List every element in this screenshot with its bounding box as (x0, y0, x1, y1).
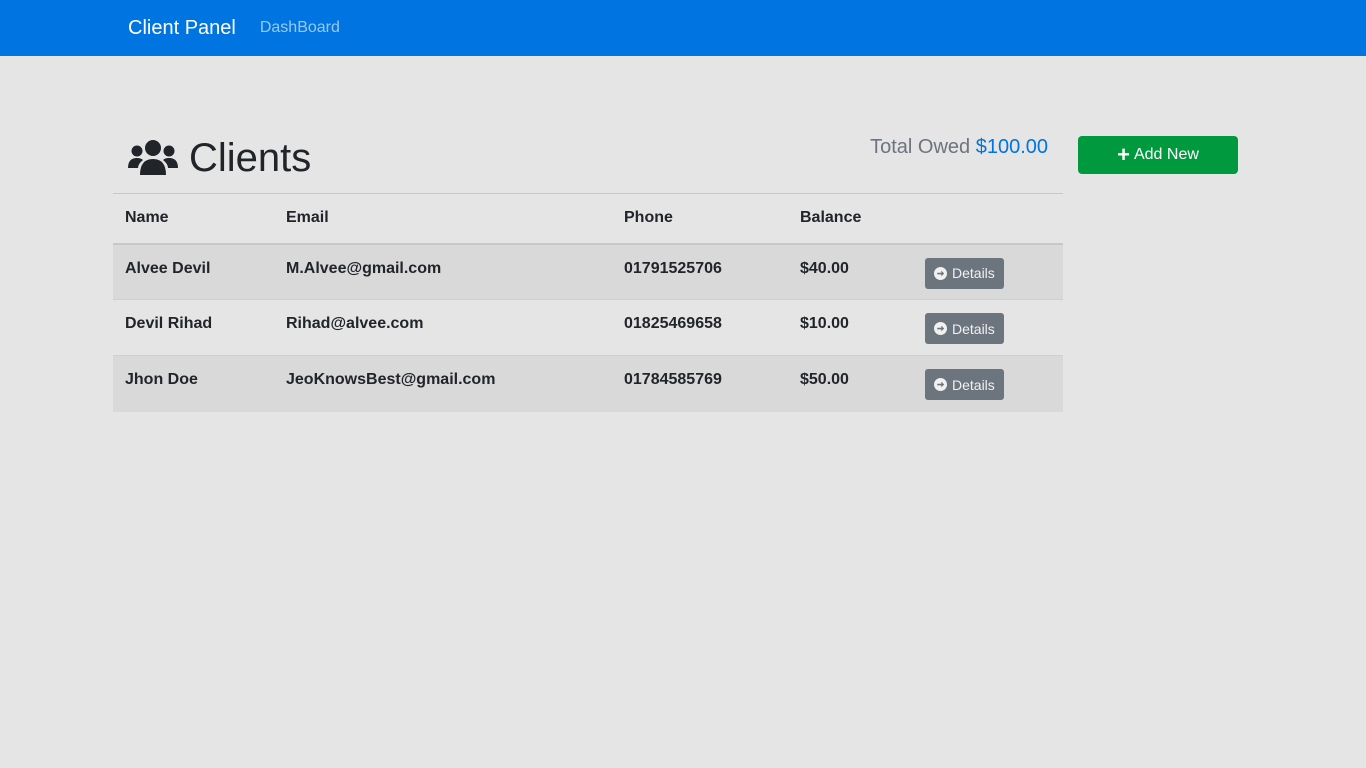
details-label: Details (952, 320, 995, 337)
details-label: Details (952, 376, 995, 393)
brand-link[interactable]: Client Panel (128, 17, 236, 40)
arrow-circle-right-icon (934, 322, 947, 335)
nav-link-dashboard[interactable]: DashBoard (260, 19, 340, 37)
client-balance: $50.00 (788, 355, 913, 412)
total-owed: Total Owed $100.00 (870, 136, 1048, 159)
table-row: Alvee Devil M.Alvee@gmail.com 0179152570… (113, 243, 1063, 300)
column-header-phone: Phone (612, 193, 788, 245)
details-button[interactable]: Details (925, 369, 1004, 400)
client-actions: Details (913, 243, 1063, 300)
column-header-name: Name (113, 193, 274, 245)
client-actions: Details (913, 299, 1063, 356)
main-content: Clients Total Owed $100.00 + Add New Nam… (0, 56, 1366, 768)
column-header-email: Email (274, 193, 612, 245)
clients-table: Name Email Phone Balance Alvee Devil M.A… (113, 193, 1063, 412)
client-phone: 01784585769 (612, 355, 788, 412)
arrow-circle-right-icon (934, 378, 947, 391)
column-header-balance: Balance (788, 193, 913, 245)
page-title: Clients (128, 134, 311, 182)
table-header-row: Name Email Phone Balance (113, 193, 1063, 245)
column-header-actions (913, 193, 1063, 245)
details-label: Details (952, 265, 995, 281)
client-email: JeoKnowsBest@gmail.com (274, 355, 612, 412)
total-owed-label: Total Owed (870, 136, 971, 158)
add-new-button[interactable]: + Add New (1078, 136, 1238, 174)
details-button[interactable]: Details (925, 313, 1004, 344)
arrow-circle-right-icon (934, 266, 947, 280)
client-phone: 01825469658 (612, 299, 788, 356)
users-icon (128, 140, 178, 175)
client-actions: Details (913, 355, 1063, 412)
client-name: Alvee Devil (113, 243, 274, 300)
top-navbar: Client Panel DashBoard (0, 0, 1366, 56)
page-heading: Clients (189, 136, 312, 180)
client-email: M.Alvee@gmail.com (274, 243, 612, 300)
details-button[interactable]: Details (925, 257, 1004, 289)
client-name: Jhon Doe (113, 355, 274, 412)
client-name: Devil Rihad (113, 299, 274, 356)
table-row: Jhon Doe JeoKnowsBest@gmail.com 01784585… (113, 355, 1063, 412)
total-owed-amount: $100.00 (975, 136, 1048, 158)
table-row: Devil Rihad Rihad@alvee.com 01825469658 … (113, 299, 1063, 356)
client-balance: $40.00 (788, 243, 913, 300)
client-phone: 01791525706 (612, 243, 788, 300)
client-email: Rihad@alvee.com (274, 299, 612, 356)
add-new-label: Add New (1133, 146, 1199, 163)
plus-icon: + (1117, 142, 1130, 167)
client-balance: $10.00 (788, 299, 913, 356)
